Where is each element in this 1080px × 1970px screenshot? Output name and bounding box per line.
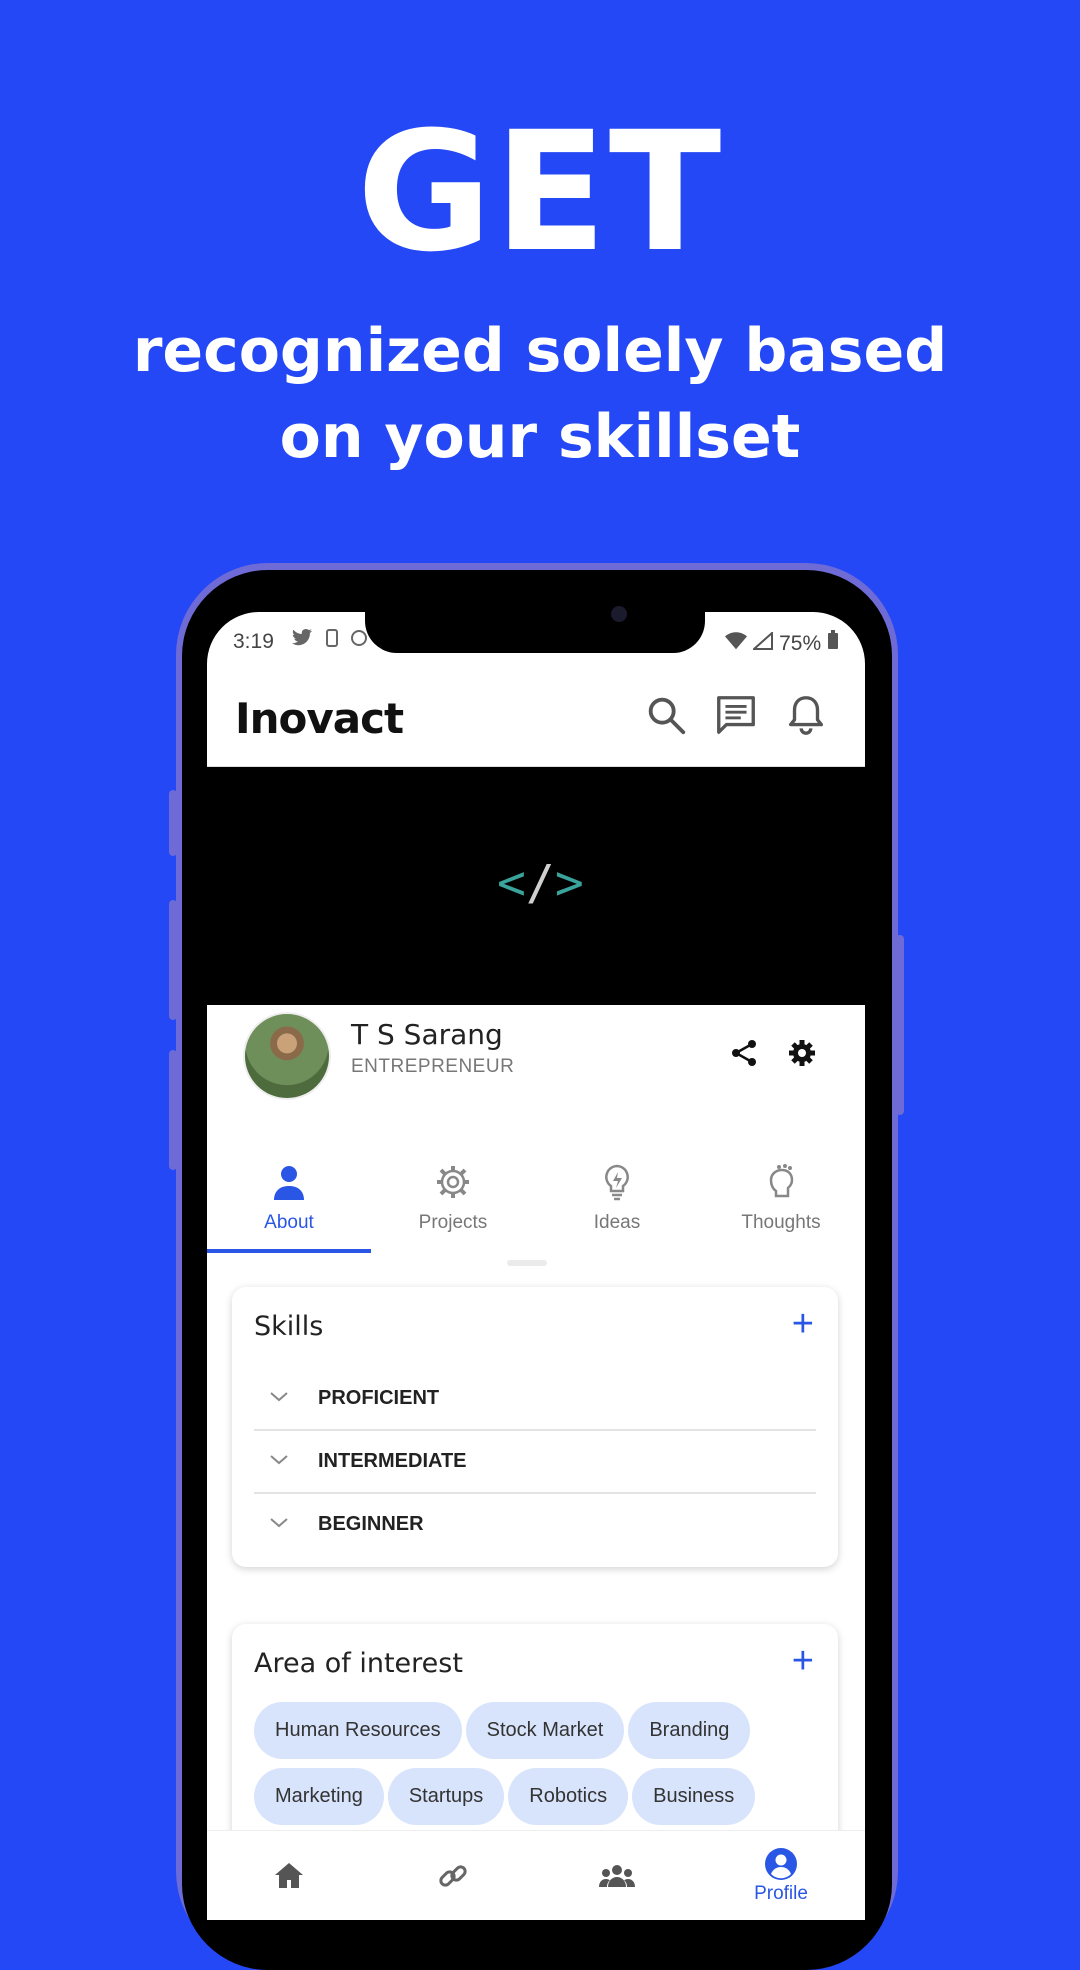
skill-level-row[interactable]: BEGINNER — [254, 1493, 816, 1555]
hero-subline: recognized solely based on your skillset — [0, 308, 1080, 480]
phone-notch — [365, 595, 705, 653]
group-icon — [599, 1865, 635, 1887]
wifi-icon — [725, 632, 748, 650]
interest-chip[interactable]: Robotics — [508, 1768, 629, 1825]
interests-title: Area of interest — [254, 1648, 463, 1679]
skill-level-label: PROFICIENT — [318, 1387, 440, 1409]
settings-gear-icon[interactable] — [787, 1038, 817, 1068]
tab-about[interactable]: About — [207, 1142, 371, 1254]
skills-title: Skills — [254, 1311, 324, 1342]
status-time: 3:19 — [233, 630, 274, 653]
hero-subline-line-1: recognized solely based — [132, 316, 948, 386]
bottom-nav: Profile — [207, 1830, 865, 1920]
lightbulb-icon — [605, 1164, 629, 1201]
skill-level-label: INTERMEDIATE — [318, 1450, 467, 1472]
phone-mute-switch — [169, 790, 177, 856]
skills-card: Skills + PROFICIENT INTERMEDIATE BEGINNE… — [232, 1287, 838, 1567]
profile-tabs: About Projects Ideas Thoughts — [207, 1142, 865, 1254]
chevron-down-icon — [270, 1518, 288, 1528]
interest-chip[interactable]: Branding — [628, 1702, 751, 1759]
chevron-down-icon — [270, 1455, 288, 1465]
skill-level-row[interactable]: INTERMEDIATE — [254, 1430, 816, 1494]
search-icon[interactable] — [643, 692, 689, 738]
phone-volume-up — [169, 900, 177, 1020]
phone-screen: 3:19 75% Inovact </> T S Sarang ENTREPRE… — [207, 612, 865, 1920]
interest-chips: Human Resources Stock Market Branding Mark… — [254, 1702, 834, 1834]
nav-profile[interactable]: Profile — [699, 1831, 863, 1920]
tab-label: Thoughts — [741, 1212, 821, 1233]
profile-role: ENTREPRENEUR — [351, 1056, 515, 1077]
add-interest-button[interactable]: + — [792, 1642, 814, 1680]
nav-teams[interactable] — [535, 1831, 699, 1920]
avatar[interactable] — [243, 1012, 331, 1100]
chevron-down-icon — [270, 1392, 288, 1402]
status-right: 75% — [725, 630, 839, 656]
twitter-icon — [292, 629, 312, 646]
home-icon — [275, 1863, 303, 1888]
hero-subline-line-2: on your skillset — [279, 402, 801, 472]
battery-percent: 75% — [779, 632, 822, 655]
nav-home[interactable] — [207, 1831, 371, 1920]
tab-ideas[interactable]: Ideas — [535, 1142, 699, 1254]
share-icon[interactable] — [729, 1038, 759, 1068]
skill-level-row[interactable]: PROFICIENT — [254, 1367, 816, 1431]
profile-name: T S Sarang — [351, 1018, 503, 1051]
interest-chip[interactable]: Startups — [387, 1768, 505, 1825]
tab-projects[interactable]: Projects — [371, 1142, 535, 1254]
link-icon — [439, 1865, 467, 1887]
tab-label: Projects — [418, 1212, 488, 1233]
interest-chip[interactable]: Stock Market — [465, 1702, 625, 1759]
battery-icon — [828, 630, 838, 649]
thought-icon — [769, 1164, 794, 1198]
skill-level-label: BEGINNER — [318, 1513, 424, 1535]
sim-icon — [325, 629, 338, 647]
app-bar: Inovact — [207, 666, 865, 767]
code-logo-icon: </> — [497, 855, 584, 911]
tab-thoughts[interactable]: Thoughts — [699, 1142, 863, 1254]
app-brand: Inovact — [235, 694, 404, 743]
add-skill-button[interactable]: + — [792, 1305, 814, 1343]
phone-volume-down — [169, 1050, 177, 1170]
hero-headline: GET — [356, 96, 724, 288]
front-camera — [611, 606, 627, 622]
profile-icon — [765, 1848, 797, 1880]
person-icon — [274, 1166, 304, 1200]
sync-icon — [351, 630, 368, 646]
tab-label: About — [264, 1212, 314, 1233]
notification-icons — [291, 629, 368, 653]
profile-banner: </> — [207, 767, 865, 1005]
messages-icon[interactable] — [713, 692, 759, 738]
tab-label: Ideas — [593, 1212, 641, 1233]
active-tab-indicator — [207, 1249, 371, 1253]
scroll-indicator — [507, 1260, 547, 1266]
gear-icon — [437, 1166, 469, 1198]
signal-icon — [751, 630, 774, 650]
interest-chip[interactable]: Business — [632, 1768, 756, 1825]
nav-profile-label: Profile — [754, 1883, 808, 1904]
interest-chip[interactable]: Marketing — [254, 1768, 384, 1825]
phone-power-button — [896, 935, 904, 1115]
interest-chip[interactable]: Human Resources — [254, 1702, 462, 1759]
bell-icon[interactable] — [783, 692, 829, 738]
nav-connections[interactable] — [371, 1831, 535, 1920]
